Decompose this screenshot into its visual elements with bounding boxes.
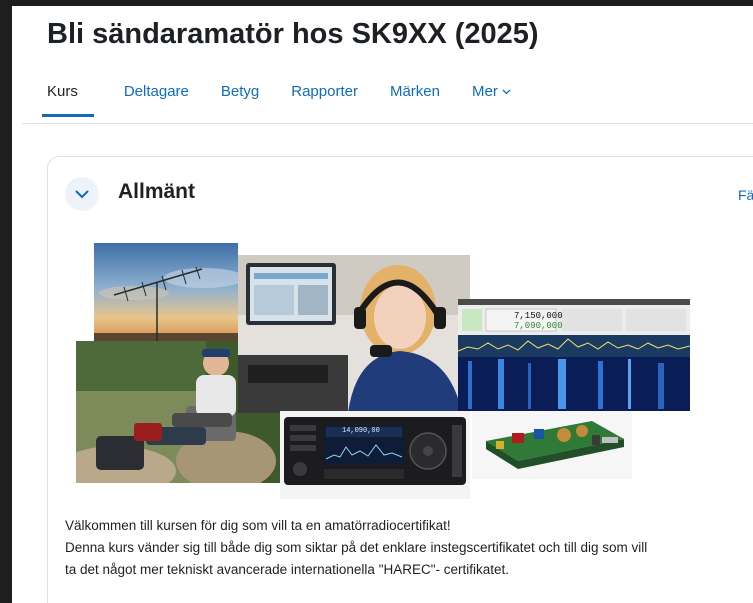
tab-betyg[interactable]: Betyg <box>221 78 259 122</box>
course-nav: Kurs Deltagare Betyg Rapporter Märken Me… <box>42 78 543 124</box>
course-intro: Välkommen till kursen för dig som vill t… <box>65 515 753 581</box>
window-frame-left <box>0 0 12 603</box>
tab-deltagare[interactable]: Deltagare <box>124 78 189 122</box>
tab-more-label: Mer <box>471 83 498 100</box>
intro-line-3: ta det något mer tekniskt avancerade int… <box>65 562 510 577</box>
circuit-board-photo <box>472 411 632 479</box>
transceiver-photo: 14,090,00 <box>280 411 470 499</box>
antenna-photo <box>94 243 238 343</box>
sdr-frequency-display-1: 7,150,000 <box>514 311 563 321</box>
section-card: Allmänt Fä 7,150,000 7,090,000 14,090,00… <box>47 156 753 603</box>
tab-more[interactable]: Mer <box>472 78 511 122</box>
tab-rapporter[interactable]: Rapporter <box>291 78 358 122</box>
intro-line-2: Denna kurs vänder sig till både dig som … <box>65 540 648 555</box>
operator-headset-photo <box>238 255 470 413</box>
course-page: Bli sändaramatör hos SK9XX (2025) Kurs D… <box>12 6 753 603</box>
course-image-collage: 7,150,000 7,090,000 14,090,00 <box>48 157 753 507</box>
chevron-down-icon <box>502 78 511 106</box>
tab-kurs[interactable]: Kurs <box>42 78 94 122</box>
course-title: Bli sändaramatör hos SK9XX (2025) <box>47 18 539 50</box>
sdr-frequency-display-2: 7,090,000 <box>514 321 563 331</box>
transceiver-frequency-display: 14,090,00 <box>342 427 380 435</box>
intro-line-1: Välkommen till kursen för dig som vill t… <box>65 518 451 533</box>
sdr-waterfall-photo: 7,150,000 7,090,000 <box>458 299 690 411</box>
nav-divider <box>22 123 753 124</box>
tab-marken[interactable]: Märken <box>390 78 440 122</box>
